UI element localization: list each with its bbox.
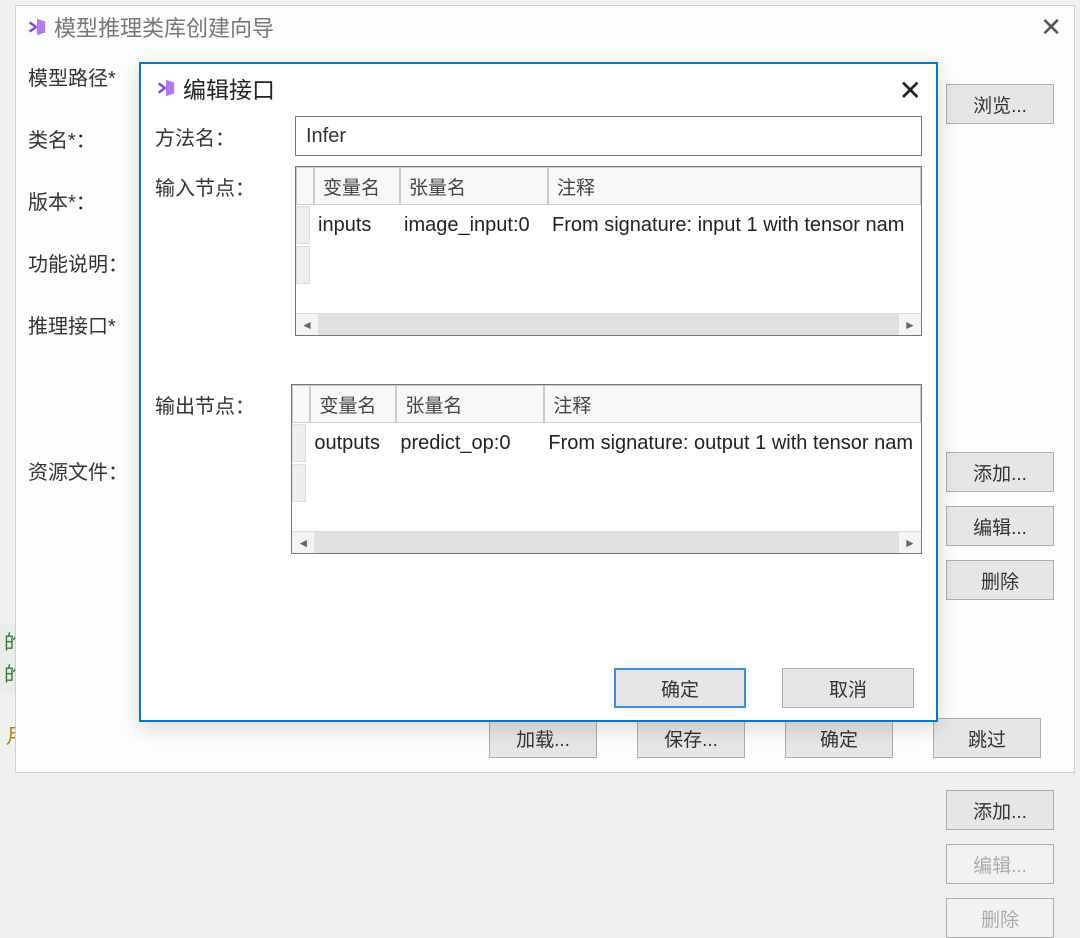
label-output-nodes: 输出节点： bbox=[155, 384, 291, 419]
browse-button[interactable]: 浏览... bbox=[946, 84, 1054, 124]
table-header: 变量名 张量名 注释 bbox=[292, 385, 921, 423]
edit-interface-dialog: 编辑接口 ✕ 方法名： 输入节点： 变量名 张量名 注释 inputs im bbox=[139, 62, 938, 722]
dialog-titlebar: 编辑接口 ✕ bbox=[141, 64, 936, 112]
cell-tensor[interactable]: predict_op:0 bbox=[392, 432, 540, 455]
load-button[interactable]: 加载... bbox=[489, 718, 597, 758]
dialog-footer: 确定 取消 bbox=[141, 656, 936, 720]
dialog-ok-button[interactable]: 确定 bbox=[614, 668, 746, 708]
col-var-name[interactable]: 变量名 bbox=[310, 385, 396, 423]
row-marker bbox=[296, 246, 310, 284]
col-var-name[interactable]: 变量名 bbox=[314, 167, 400, 205]
wizard-title: 模型推理类库创建向导 bbox=[54, 11, 274, 43]
add-interface-button[interactable]: 添加... bbox=[946, 452, 1054, 492]
scroll-left-icon[interactable]: ◄ bbox=[296, 314, 318, 335]
delete-interface-button[interactable]: 删除 bbox=[946, 560, 1054, 600]
col-comment[interactable]: 注释 bbox=[548, 167, 921, 205]
col-comment[interactable]: 注释 bbox=[544, 385, 921, 423]
wizard-right-buttons: 浏览... 添加... 编辑... 删除 添加... 编辑... 删除 bbox=[946, 84, 1054, 938]
label-infer-interface: 推理接口* bbox=[28, 310, 148, 339]
label-model-path: 模型路径* bbox=[28, 62, 148, 91]
label-version: 版本*： bbox=[28, 186, 148, 215]
wizard-close-icon[interactable]: ✕ bbox=[1040, 14, 1062, 40]
scroll-right-icon[interactable]: ► bbox=[899, 532, 921, 553]
edit-interface-button[interactable]: 编辑... bbox=[946, 506, 1054, 546]
save-button[interactable]: 保存... bbox=[637, 718, 745, 758]
wizard-ok-button[interactable]: 确定 bbox=[785, 718, 893, 758]
col-tensor-name[interactable]: 张量名 bbox=[396, 385, 544, 423]
table-header: 变量名 张量名 注释 bbox=[296, 167, 921, 205]
skip-button[interactable]: 跳过 bbox=[933, 718, 1041, 758]
cell-comment[interactable]: From signature: input 1 with tensor nam bbox=[544, 214, 921, 237]
table-row-empty[interactable] bbox=[296, 245, 921, 285]
table-row-empty[interactable] bbox=[292, 463, 921, 503]
scroll-left-icon[interactable]: ◄ bbox=[292, 532, 314, 553]
cell-tensor[interactable]: image_input:0 bbox=[396, 214, 544, 237]
table-row[interactable]: outputs predict_op:0 From signature: out… bbox=[292, 423, 921, 463]
horizontal-scrollbar[interactable]: ◄ ► bbox=[292, 531, 921, 553]
dialog-cancel-button[interactable]: 取消 bbox=[782, 668, 914, 708]
vs-logo-icon bbox=[155, 77, 177, 99]
wizard-bottom-buttons: 加载... 保存... 确定 跳过 bbox=[16, 718, 1074, 758]
wizard-titlebar: 模型推理类库创建向导 ✕ bbox=[16, 6, 1074, 48]
label-method-name: 方法名： bbox=[155, 116, 295, 151]
row-marker bbox=[292, 464, 306, 502]
method-name-input[interactable] bbox=[295, 116, 922, 156]
input-nodes-table[interactable]: 变量名 张量名 注释 inputs image_input:0 From sig… bbox=[295, 166, 922, 336]
edit-resource-button[interactable]: 编辑... bbox=[946, 844, 1054, 884]
label-class-name: 类名*： bbox=[28, 124, 148, 153]
add-resource-button[interactable]: 添加... bbox=[946, 790, 1054, 830]
output-nodes-table[interactable]: 变量名 张量名 注释 outputs predict_op:0 From sig… bbox=[291, 384, 922, 554]
delete-resource-button[interactable]: 删除 bbox=[946, 898, 1054, 938]
label-function-desc: 功能说明： bbox=[28, 248, 148, 277]
row-marker bbox=[296, 206, 310, 244]
horizontal-scrollbar[interactable]: ◄ ► bbox=[296, 313, 921, 335]
dialog-close-icon[interactable]: ✕ bbox=[899, 74, 922, 107]
label-resource-files: 资源文件： bbox=[28, 456, 148, 485]
dialog-title: 编辑接口 bbox=[183, 71, 275, 105]
col-tensor-name[interactable]: 张量名 bbox=[400, 167, 548, 205]
label-input-nodes: 输入节点： bbox=[155, 166, 295, 201]
vs-logo-icon bbox=[26, 16, 48, 38]
cell-var[interactable]: outputs bbox=[306, 432, 392, 455]
row-marker bbox=[292, 424, 306, 462]
scroll-right-icon[interactable]: ► bbox=[899, 314, 921, 335]
table-row[interactable]: inputs image_input:0 From signature: inp… bbox=[296, 205, 921, 245]
cell-comment[interactable]: From signature: output 1 with tensor nam bbox=[540, 432, 921, 455]
cell-var[interactable]: inputs bbox=[310, 214, 396, 237]
